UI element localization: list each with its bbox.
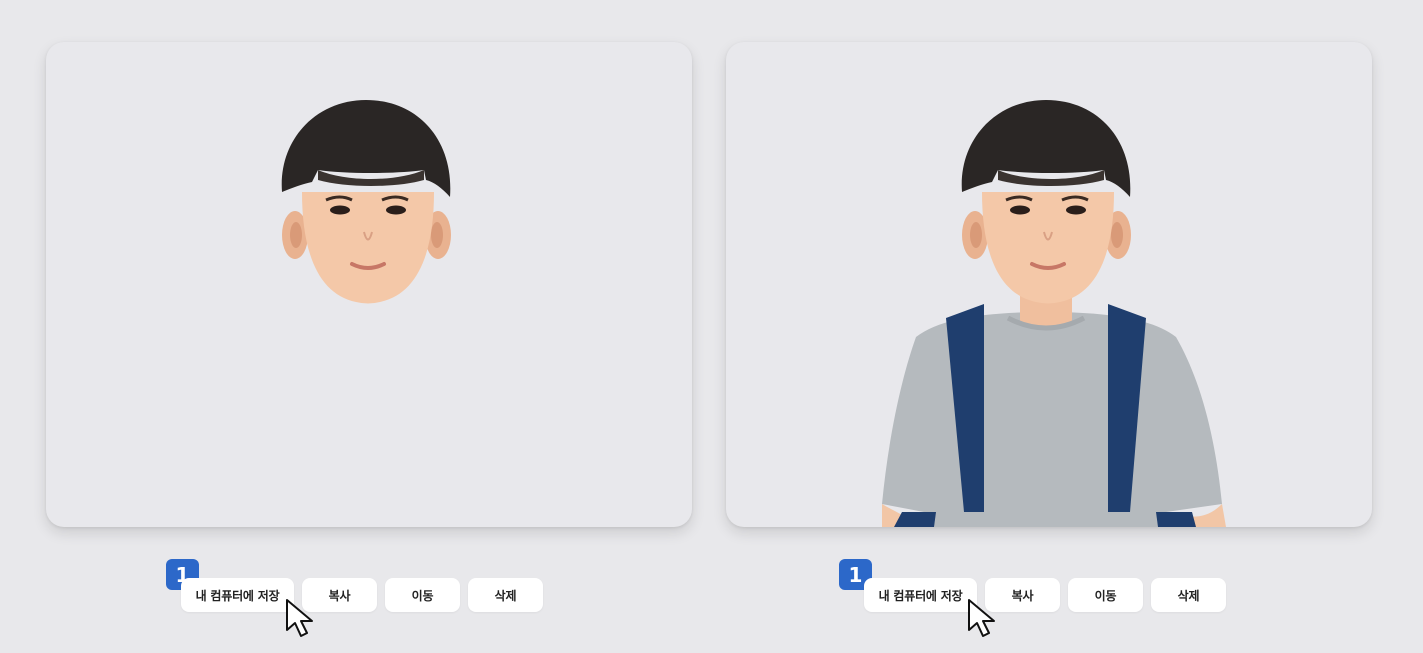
delete-button[interactable]: 삭제: [1151, 578, 1226, 612]
body-cutout-image: [882, 100, 1226, 527]
save-to-computer-button[interactable]: 내 컴퓨터에 저장: [181, 578, 294, 612]
image-panel-face: [46, 42, 692, 527]
move-button[interactable]: 이동: [385, 578, 460, 612]
image-panel-body: [726, 42, 1372, 527]
cursor-arrow-icon: [968, 599, 995, 637]
cursor-arrow-icon: [286, 599, 313, 637]
save-to-computer-button[interactable]: 내 컴퓨터에 저장: [864, 578, 977, 612]
move-button[interactable]: 이동: [1068, 578, 1143, 612]
delete-button[interactable]: 삭제: [468, 578, 543, 612]
face-cutout-image: [281, 100, 451, 304]
